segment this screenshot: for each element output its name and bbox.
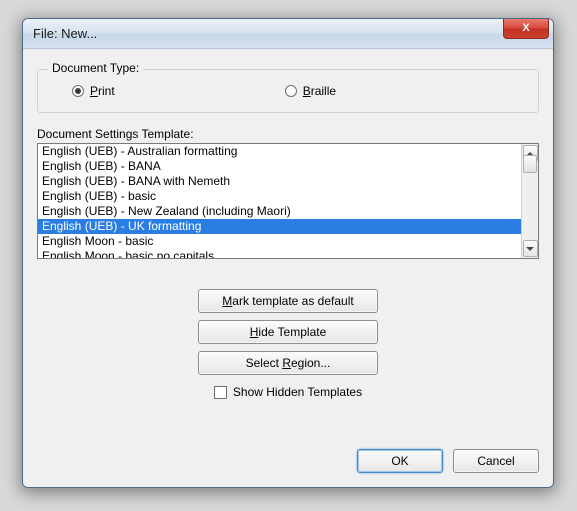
radio-braille[interactable]: Braille: [285, 84, 336, 98]
hide-template-label: Hide Template: [250, 325, 327, 339]
chevron-down-icon: [526, 247, 534, 251]
radio-dot-icon: [285, 85, 297, 97]
document-type-radios: Print Braille: [52, 84, 524, 98]
list-item[interactable]: English (UEB) - Australian formatting: [38, 144, 521, 159]
radio-braille-label: Braille: [303, 84, 336, 98]
template-actions: Mark template as default Hide Template S…: [37, 289, 539, 375]
template-listbox[interactable]: English (UEB) - Australian formattingEng…: [37, 143, 539, 259]
list-item[interactable]: English (UEB) - New Zealand (including M…: [38, 204, 521, 219]
select-region-label: Select Region...: [246, 356, 331, 370]
list-item[interactable]: English Moon - basic no capitals: [38, 249, 521, 258]
radio-dot-icon: [72, 85, 84, 97]
window-title: File: New...: [33, 26, 97, 41]
list-item[interactable]: English Moon - basic: [38, 234, 521, 249]
ok-button[interactable]: OK: [357, 449, 443, 473]
mark-default-button[interactable]: Mark template as default: [198, 289, 378, 313]
list-item[interactable]: English (UEB) - basic: [38, 189, 521, 204]
ok-label: OK: [391, 454, 408, 468]
client-area: Document Type: Print Braille Document Se…: [23, 49, 553, 487]
close-button[interactable]: X: [503, 19, 549, 39]
list-item[interactable]: English (UEB) - UK formatting: [38, 219, 521, 234]
document-type-group: Document Type: Print Braille: [37, 69, 539, 113]
template-listbox-items[interactable]: English (UEB) - Australian formattingEng…: [38, 144, 521, 258]
titlebar[interactable]: File: New... X: [23, 19, 553, 49]
show-hidden-row[interactable]: Show Hidden Templates: [37, 385, 539, 399]
dialog-window: File: New... X Document Type: Print Brai…: [22, 18, 554, 488]
cancel-button[interactable]: Cancel: [453, 449, 539, 473]
dialog-buttons: OK Cancel: [357, 449, 539, 473]
select-region-button[interactable]: Select Region...: [198, 351, 378, 375]
close-icon: X: [522, 23, 529, 34]
show-hidden-label: Show Hidden Templates: [233, 385, 362, 399]
radio-print[interactable]: Print: [72, 84, 115, 98]
template-list-label: Document Settings Template:: [37, 127, 539, 141]
document-type-legend: Document Type:: [48, 61, 143, 75]
show-hidden-checkbox[interactable]: [214, 386, 227, 399]
radio-print-label: Print: [90, 84, 115, 98]
list-item[interactable]: English (UEB) - BANA: [38, 159, 521, 174]
hide-template-button[interactable]: Hide Template: [198, 320, 378, 344]
list-item[interactable]: English (UEB) - BANA with Nemeth: [38, 174, 521, 189]
scroll-down-button[interactable]: [523, 240, 538, 257]
mark-default-label: Mark template as default: [222, 294, 353, 308]
scrollbar[interactable]: [521, 144, 538, 258]
scroll-thumb[interactable]: [523, 155, 537, 173]
cancel-label: Cancel: [477, 454, 514, 468]
